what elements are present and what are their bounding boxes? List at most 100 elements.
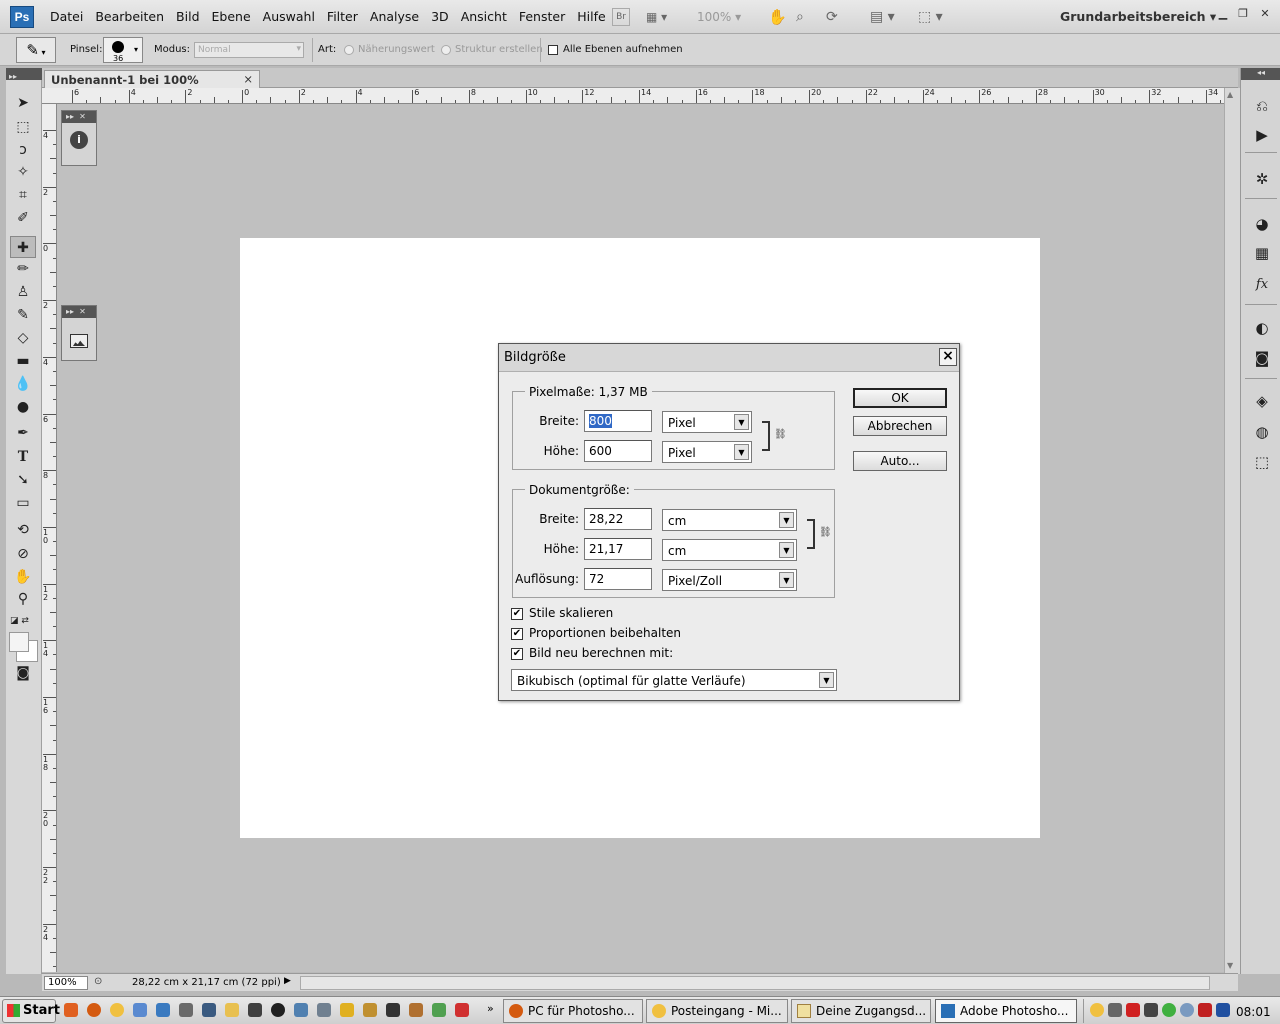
ati-tray-icon[interactable] [1126, 1003, 1140, 1017]
office-icon[interactable] [64, 1003, 78, 1017]
pixel-width-unit-select[interactable]: Pixel ▼ [662, 411, 752, 433]
tray-icon[interactable] [1144, 1003, 1158, 1017]
doc-width-input[interactable]: 28,22 [584, 508, 652, 530]
histogram-icon[interactable] [70, 334, 88, 348]
scroll-up-icon[interactable]: ▲ [1227, 90, 1233, 99]
shape-tool-icon[interactable]: ▭ [10, 492, 36, 514]
dialog-close-button[interactable]: × [939, 348, 957, 366]
actions-panel-icon[interactable]: ▶ [1251, 125, 1273, 145]
status-menu-icon[interactable]: ▶ [284, 976, 291, 986]
vertical-scrollbar[interactable]: ▲ ▼ [1224, 88, 1240, 974]
gradient-tool-icon[interactable]: ▬ [10, 350, 36, 372]
color-panel-icon[interactable]: ◕ [1251, 214, 1273, 234]
type-tool-icon[interactable]: T [10, 446, 36, 468]
restore-icon[interactable]: ❐ [1234, 6, 1252, 22]
menu-filter[interactable]: Filter [321, 9, 364, 24]
minimize-icon[interactable]: ▁ [1214, 6, 1232, 22]
history-brush-icon[interactable]: ✎ [10, 304, 36, 326]
3d-rotate-icon[interactable]: ⟲ [10, 519, 36, 541]
masks-panel-icon[interactable]: ◙ [1251, 348, 1273, 368]
taskbar-button-active[interactable]: Adobe Photosho... [935, 999, 1077, 1023]
resolution-input[interactable]: 72 [584, 568, 652, 590]
doc-width-unit-select[interactable]: cm ▼ [662, 509, 797, 531]
cancel-button[interactable]: Abbrechen [853, 416, 947, 436]
magic-wand-icon[interactable]: ✧ [10, 161, 36, 183]
messenger-icon[interactable] [110, 1003, 124, 1017]
eraser-icon[interactable]: ◇ [10, 327, 36, 349]
panel-header[interactable]: ▸▸ ✕ [62, 111, 96, 123]
screen-view-icon[interactable]: ▦ ▾ [646, 8, 682, 26]
zoom-field[interactable]: 100% [44, 976, 88, 990]
messenger-tray-icon[interactable] [1090, 1003, 1104, 1017]
brush-picker[interactable]: 36 ▾ [103, 37, 143, 63]
quick-mask-icon[interactable]: ◙ [10, 662, 36, 684]
screen-mode-icon[interactable]: ⬚ ▾ [918, 8, 952, 26]
doc-height-unit-select[interactable]: cm ▼ [662, 539, 797, 561]
sample-all-checkbox[interactable] [548, 45, 558, 55]
zoom-tool-icon[interactable]: ⚲ [10, 588, 36, 610]
menu-3d[interactable]: 3D [425, 9, 455, 24]
auto-button[interactable]: Auto... [853, 451, 947, 471]
quick-launch-icon[interactable] [156, 1003, 170, 1017]
hand-tool-icon[interactable]: ✋ [768, 8, 787, 26]
quick-launch-icon[interactable] [294, 1003, 308, 1017]
workspace-switcher[interactable]: Grundarbeitsbereich ▾ [1060, 9, 1216, 24]
menu-analyse[interactable]: Analyse [364, 9, 425, 24]
zoom-level-dropdown[interactable]: 100% ▾ [697, 8, 745, 26]
tool-preset-picker[interactable]: ✎ ▾ [16, 37, 56, 63]
tray-icon[interactable] [1216, 1003, 1230, 1017]
clone-stamp-icon[interactable]: ♙ [10, 281, 36, 303]
taskbar-button[interactable]: Posteingang - Mi... [646, 999, 788, 1023]
menu-ansicht[interactable]: Ansicht [455, 9, 513, 24]
resample-checkbox[interactable]: ✔ [511, 648, 523, 660]
taskbar-button[interactable]: Deine Zugangsd... [791, 999, 931, 1023]
radio-struktur[interactable] [441, 45, 451, 55]
menu-hilfe[interactable]: Hilfe [571, 9, 611, 24]
bridge-button[interactable]: Br [612, 8, 630, 26]
quick-launch-icon[interactable] [432, 1003, 446, 1017]
resample-method-select[interactable]: Bikubisch (optimal für glatte Verläufe) ▼ [511, 669, 837, 691]
zoom-tool-icon[interactable]: ⌕ [796, 8, 814, 26]
scroll-down-icon[interactable]: ▼ [1227, 961, 1233, 970]
quick-launch-icon[interactable] [386, 1003, 400, 1017]
radio-naeherungswert[interactable] [344, 45, 354, 55]
vertical-ruler[interactable]: 4 2 0 2 4 6 8 10 12 14 16 18 20 22 24 [42, 104, 57, 972]
tray-icon[interactable] [1162, 1003, 1176, 1017]
pixel-width-input[interactable]: 800 [584, 410, 652, 432]
quick-launch-icon[interactable] [340, 1003, 354, 1017]
dock-header[interactable]: ◂◂ [1241, 68, 1280, 80]
blur-tool-icon[interactable]: 💧 [10, 373, 36, 395]
menu-auswahl[interactable]: Auswahl [257, 9, 321, 24]
quick-launch-icon[interactable] [248, 1003, 262, 1017]
move-tool-icon[interactable]: ➤ [10, 92, 36, 114]
history-panel-icon[interactable]: ⎌ [1251, 96, 1273, 116]
navigator-panel-icon[interactable]: ✲ [1251, 169, 1273, 189]
resolution-unit-select[interactable]: Pixel/Zoll ▼ [662, 569, 797, 591]
tray-icon[interactable] [1180, 1003, 1194, 1017]
close-icon[interactable]: ✕ [1256, 6, 1274, 22]
panel-header[interactable]: ▸▸ ✕ [62, 306, 96, 318]
nero-icon[interactable] [271, 1003, 285, 1017]
mode-select[interactable]: Normal ▾ [194, 42, 304, 58]
quick-launch-icon[interactable] [317, 1003, 331, 1017]
tray-icon[interactable] [1198, 1003, 1212, 1017]
lightroom-icon[interactable] [202, 1003, 216, 1017]
menu-datei[interactable]: Datei [44, 9, 89, 24]
brush-tool-icon[interactable]: ✏ [10, 258, 36, 280]
quick-launch-icon[interactable] [133, 1003, 147, 1017]
menu-bearbeiten[interactable]: Bearbeiten [89, 9, 170, 24]
channels-panel-icon[interactable]: ◍ [1251, 422, 1273, 442]
hand-tool-icon[interactable]: ✋ [10, 566, 36, 588]
pen-tool-icon[interactable]: ✒ [10, 422, 36, 444]
menu-ebene[interactable]: Ebene [206, 9, 257, 24]
tray-icon[interactable] [1108, 1003, 1122, 1017]
chevron-right-icon[interactable]: » [487, 1002, 494, 1015]
rotate-view-icon[interactable]: ⟳ [826, 8, 844, 26]
document-tab[interactable]: Unbenannt-1 bei 100% (RGB/8*) × [44, 70, 260, 101]
doc-height-input[interactable]: 21,17 [584, 538, 652, 560]
acrobat-icon[interactable] [455, 1003, 469, 1017]
menu-bild[interactable]: Bild [170, 9, 205, 24]
dodge-tool-icon[interactable]: ● [10, 396, 36, 418]
horizontal-scrollbar[interactable] [300, 976, 1210, 990]
pixel-height-unit-select[interactable]: Pixel ▼ [662, 441, 752, 463]
